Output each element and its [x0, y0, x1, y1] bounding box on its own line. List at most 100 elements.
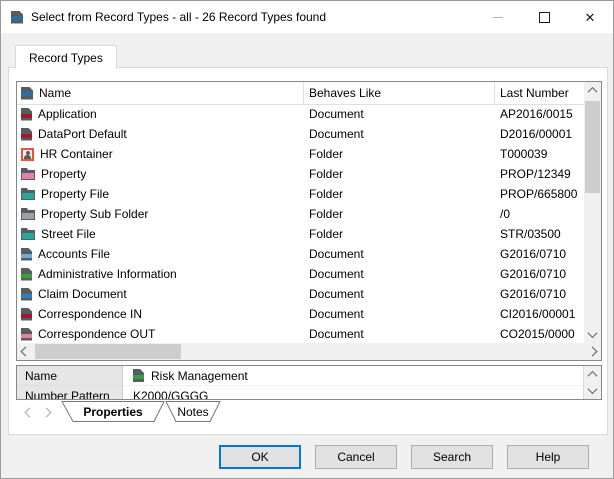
tab-properties[interactable]: Properties — [62, 402, 164, 422]
row-name: Street File — [41, 227, 96, 241]
table-row[interactable]: Property Sub Folder Folder /0 — [17, 204, 584, 224]
property-value: Risk Management — [151, 369, 248, 383]
table-row[interactable]: Correspondence OUT Document CO2015/0000 — [17, 324, 584, 343]
row-last-number: STR/03500 — [495, 224, 584, 244]
row-behaves-like: Folder — [304, 204, 495, 224]
record-type-list-rows: Application Document AP2016/0015 DataPor… — [17, 104, 584, 343]
row-behaves-like: Document — [304, 244, 495, 264]
hr-container-icon — [21, 148, 34, 161]
table-row[interactable]: Street File Folder STR/03500 — [17, 224, 584, 244]
row-name: Correspondence OUT — [38, 327, 155, 341]
row-name: Property Sub Folder — [41, 207, 148, 221]
help-button[interactable]: Help — [507, 445, 589, 469]
close-icon: ✕ — [585, 11, 596, 24]
row-last-number: AP2016/0015 — [495, 104, 584, 124]
cancel-button[interactable]: Cancel — [315, 445, 397, 469]
document-icon — [21, 308, 32, 321]
properties-scroll-down-button[interactable] — [584, 382, 601, 398]
properties-scroll-up-button[interactable] — [584, 366, 601, 382]
maximize-button[interactable] — [521, 1, 567, 33]
tab-notes-label: Notes — [177, 405, 208, 419]
row-name: HR Container — [40, 147, 113, 161]
table-row[interactable]: Correspondence IN Document CI2016/00001 — [17, 304, 584, 324]
row-last-number: /0 — [495, 204, 584, 224]
folder-icon — [21, 188, 35, 200]
column-header-name-label: Name — [39, 86, 71, 100]
tab-notes[interactable]: Notes — [166, 402, 220, 422]
tab-properties-label: Properties — [83, 405, 143, 419]
tab-record-types[interactable]: Record Types — [15, 45, 117, 69]
row-name: Property — [41, 167, 86, 181]
scroll-down-button[interactable] — [584, 326, 601, 343]
horizontal-scrollbar-thumb[interactable] — [35, 344, 181, 359]
row-name: Property File — [41, 187, 109, 201]
property-row[interactable]: Name Risk Management — [17, 366, 584, 386]
column-header-behaves-like[interactable]: Behaves Like — [304, 82, 495, 104]
list-header: Name Behaves Like Last Number — [17, 82, 584, 105]
row-behaves-like: Document — [304, 104, 495, 124]
table-row[interactable]: Administrative Information Document G201… — [17, 264, 584, 284]
document-icon — [21, 108, 32, 121]
row-behaves-like: Document — [304, 324, 495, 343]
window-title: Select from Record Types - all - 26 Reco… — [31, 10, 326, 24]
scroll-right-button[interactable] — [584, 343, 601, 360]
row-name: Accounts File — [38, 247, 110, 261]
row-last-number: D2016/00001 — [495, 124, 584, 144]
property-label: Name — [17, 366, 123, 386]
row-behaves-like: Folder — [304, 144, 495, 164]
row-last-number: G2016/0710 — [495, 284, 584, 304]
tab-scroll-right-icon[interactable] — [42, 407, 52, 417]
title-bar[interactable]: Select from Record Types - all - 26 Reco… — [1, 1, 613, 33]
vertical-scrollbar-thumb[interactable] — [585, 101, 600, 193]
scroll-up-button[interactable] — [584, 82, 601, 99]
scroll-left-button[interactable] — [17, 343, 34, 360]
chevron-down-icon — [588, 384, 598, 394]
row-behaves-like: Folder — [304, 224, 495, 244]
property-row[interactable]: Number Pattern K2000/GGGG — [17, 386, 584, 400]
document-icon — [21, 248, 32, 261]
row-last-number: PROP/12349 — [495, 164, 584, 184]
horizontal-scrollbar[interactable] — [17, 343, 601, 360]
record-type-icon — [11, 11, 23, 24]
folder-icon — [21, 168, 35, 180]
dialog-window: Select from Record Types - all - 26 Reco… — [0, 0, 614, 479]
tab-scroll-left-icon[interactable] — [25, 407, 35, 417]
column-header-name[interactable]: Name — [17, 82, 304, 104]
folder-icon — [21, 228, 35, 240]
row-last-number: CO2015/0000 — [495, 324, 584, 343]
vertical-scrollbar[interactable] — [584, 82, 601, 343]
table-row[interactable]: DataPort Default Document D2016/00001 — [17, 124, 584, 144]
chevron-right-icon — [588, 347, 598, 357]
row-last-number: T000039 — [495, 144, 584, 164]
row-behaves-like: Document — [304, 264, 495, 284]
search-button[interactable]: Search — [411, 445, 493, 469]
table-row[interactable]: Property Folder PROP/12349 — [17, 164, 584, 184]
row-name: DataPort Default — [38, 127, 127, 141]
property-value: K2000/GGGG — [133, 389, 208, 401]
table-row[interactable]: Claim Document Document G2016/0710 — [17, 284, 584, 304]
properties-scrollbar[interactable] — [583, 366, 601, 399]
minimize-button[interactable] — [475, 1, 521, 33]
record-type-list: Name Behaves Like Last Number Applicatio… — [16, 81, 602, 361]
minimize-icon — [493, 17, 503, 18]
properties-panel: Name Risk Management Number Pattern K200… — [16, 365, 602, 400]
table-row[interactable]: HR Container Folder T000039 — [17, 144, 584, 164]
column-header-last-number[interactable]: Last Number — [495, 82, 584, 104]
ok-button[interactable]: OK — [219, 445, 301, 469]
record-types-tab-page: Name Behaves Like Last Number Applicatio… — [8, 67, 608, 435]
close-button[interactable]: ✕ — [567, 1, 613, 33]
row-name: Claim Document — [38, 287, 127, 301]
row-name: Administrative Information — [38, 267, 177, 281]
cancel-button-label: Cancel — [337, 450, 374, 464]
help-button-label: Help — [536, 450, 561, 464]
tab-record-types-label: Record Types — [29, 51, 103, 65]
table-row[interactable]: Application Document AP2016/0015 — [17, 104, 584, 124]
document-icon — [21, 288, 32, 301]
chevron-up-icon — [588, 370, 598, 380]
maximize-icon — [539, 12, 550, 23]
table-row[interactable]: Property File Folder PROP/665800 — [17, 184, 584, 204]
row-behaves-like: Document — [304, 284, 495, 304]
table-row[interactable]: Accounts File Document G2016/0710 — [17, 244, 584, 264]
search-button-label: Search — [433, 450, 471, 464]
document-icon — [133, 369, 144, 382]
